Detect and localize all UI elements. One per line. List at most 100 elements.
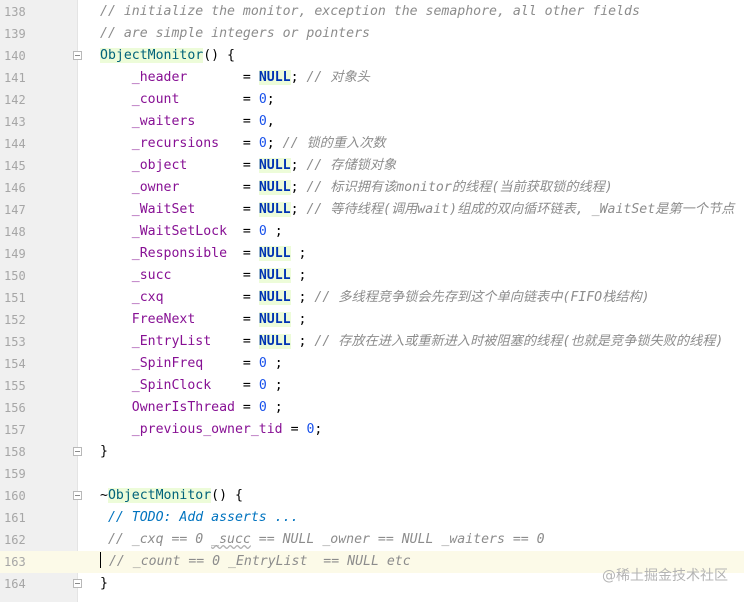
- code-line[interactable]: 142 _count = 0;: [0, 89, 744, 111]
- code-token: NULL: [258, 180, 291, 195]
- line-number: 155: [4, 379, 26, 393]
- code-line[interactable]: 156 OwnerIsThread = 0 ;: [0, 397, 744, 419]
- code-token: ;: [266, 136, 283, 151]
- code-token: _recursions: [131, 136, 220, 151]
- code-line[interactable]: 141 _header = NULL; // 对象头: [0, 67, 744, 89]
- code-token: ;: [266, 356, 283, 371]
- fold-toggle-icon[interactable]: [73, 51, 82, 60]
- code-line[interactable]: 151 _cxq = NULL ; // 多线程竞争锁会先存到这个单向链表中(F…: [0, 287, 744, 309]
- code-token: =: [219, 136, 259, 151]
- code-line[interactable]: 145 _object = NULL; // 存储锁对象: [0, 155, 744, 177]
- code-token: _waiters: [131, 114, 196, 129]
- code-token: ;: [290, 246, 307, 261]
- code-token: _EntryList: [131, 334, 212, 349]
- code-text: _recursions = 0; // 锁的重入次数: [100, 133, 386, 155]
- code-token: NULL: [258, 246, 291, 261]
- code-line[interactable]: 138 // initialize the monitor, exception …: [0, 1, 744, 23]
- code-token: ;: [314, 422, 323, 437]
- code-token: =: [195, 312, 259, 327]
- code-token: 0: [258, 114, 267, 129]
- line-number: 164: [4, 577, 26, 591]
- code-token: // 存储锁对象: [306, 158, 397, 173]
- code-token: NULL: [258, 70, 291, 85]
- code-line[interactable]: 143 _waiters = 0,: [0, 111, 744, 133]
- line-number: 154: [4, 357, 26, 371]
- code-token: _header: [131, 70, 188, 85]
- line-number: 147: [4, 203, 26, 217]
- code-token: _WaitSetLock: [131, 224, 228, 239]
- code-text: // initialize the monitor, exception the…: [100, 1, 640, 23]
- code-token: ;: [290, 180, 307, 195]
- fold-toggle-icon[interactable]: [73, 447, 82, 456]
- code-token: () {: [203, 48, 235, 63]
- code-token: =: [234, 400, 259, 415]
- code-line[interactable]: 157 _previous_owner_tid = 0;: [0, 419, 744, 441]
- code-text: FreeNext = NULL ;: [100, 309, 306, 331]
- fold-toggle-icon[interactable]: [73, 491, 82, 500]
- code-line[interactable]: 147 _WaitSet = NULL; // 等待线程(调用wait)组成的双…: [0, 199, 744, 221]
- code-token: ;: [266, 400, 283, 415]
- code-token: NULL: [258, 290, 291, 305]
- code-line[interactable]: 155 _SpinClock = 0 ;: [0, 375, 744, 397]
- code-line[interactable]: 144 _recursions = 0; // 锁的重入次数: [0, 133, 744, 155]
- line-number: 152: [4, 313, 26, 327]
- code-token: NULL: [258, 312, 291, 327]
- line-number: 161: [4, 511, 26, 525]
- code-token: // 对象头: [306, 70, 370, 85]
- code-line[interactable]: 153 _EntryList = NULL ; // 存放在进入或重新进入时被阻…: [0, 331, 744, 353]
- code-editor[interactable]: 138 // initialize the monitor, exception …: [0, 0, 744, 602]
- code-line[interactable]: 150 _succ = NULL ;: [0, 265, 744, 287]
- code-token: }: [100, 576, 108, 591]
- line-number: 159: [4, 467, 26, 481]
- code-line[interactable]: 154 _SpinFreq = 0 ;: [0, 353, 744, 375]
- code-token: 0: [258, 356, 267, 371]
- line-number: 163: [4, 555, 26, 569]
- code-line[interactable]: 161 // TODO: Add asserts ...: [0, 507, 744, 529]
- code-text: // _count == 0 _EntryList == NULL etc: [100, 551, 411, 573]
- code-line[interactable]: 140 ObjectMonitor() {: [0, 45, 744, 67]
- code-token: _count: [131, 92, 180, 107]
- code-token: _WaitSet: [131, 202, 196, 217]
- code-line[interactable]: 160 ~ObjectMonitor() {: [0, 485, 744, 507]
- line-number: 162: [4, 533, 26, 547]
- line-number: 149: [4, 247, 26, 261]
- code-text: // are simple integers or pointers: [100, 23, 370, 45]
- code-token: 0: [258, 224, 267, 239]
- code-text: _object = NULL; // 存储锁对象: [100, 155, 396, 177]
- code-line[interactable]: 148 _WaitSetLock = 0 ;: [0, 221, 744, 243]
- code-line[interactable]: 139 // are simple integers or pointers: [0, 23, 744, 45]
- code-token: =: [171, 268, 259, 283]
- line-number: 157: [4, 423, 26, 437]
- code-line[interactable]: 149 _Responsible = NULL ;: [0, 243, 744, 265]
- code-line[interactable]: 162 // _cxq == 0 _succ == NULL _owner ==…: [0, 529, 744, 551]
- code-line[interactable]: 158}: [0, 441, 744, 463]
- code-token: _cxq: [131, 290, 164, 305]
- code-token: NULL: [258, 158, 291, 173]
- code-token: ObjectMonitor: [107, 488, 212, 503]
- code-line[interactable]: 146 _owner = NULL; // 标识拥有该monitor的线程(当前…: [0, 177, 744, 199]
- code-token: // TODO: Add asserts ...: [107, 510, 299, 525]
- code-token: ;: [266, 378, 283, 393]
- code-token: _succ: [131, 268, 172, 283]
- code-text: }: [100, 573, 108, 595]
- code-token: () {: [211, 488, 243, 503]
- code-token: ;: [290, 70, 307, 85]
- code-line[interactable]: 159: [0, 463, 744, 485]
- fold-toggle-icon[interactable]: [73, 579, 82, 588]
- code-token: =: [163, 290, 259, 305]
- line-number: 142: [4, 93, 26, 107]
- code-token: ;: [290, 312, 307, 327]
- code-text: // TODO: Add asserts ...: [100, 507, 299, 529]
- code-line[interactable]: 152 FreeNext = NULL ;: [0, 309, 744, 331]
- code-token: _owner: [131, 180, 180, 195]
- line-number: 141: [4, 71, 26, 85]
- code-token: =: [187, 158, 259, 173]
- code-token: =: [187, 70, 259, 85]
